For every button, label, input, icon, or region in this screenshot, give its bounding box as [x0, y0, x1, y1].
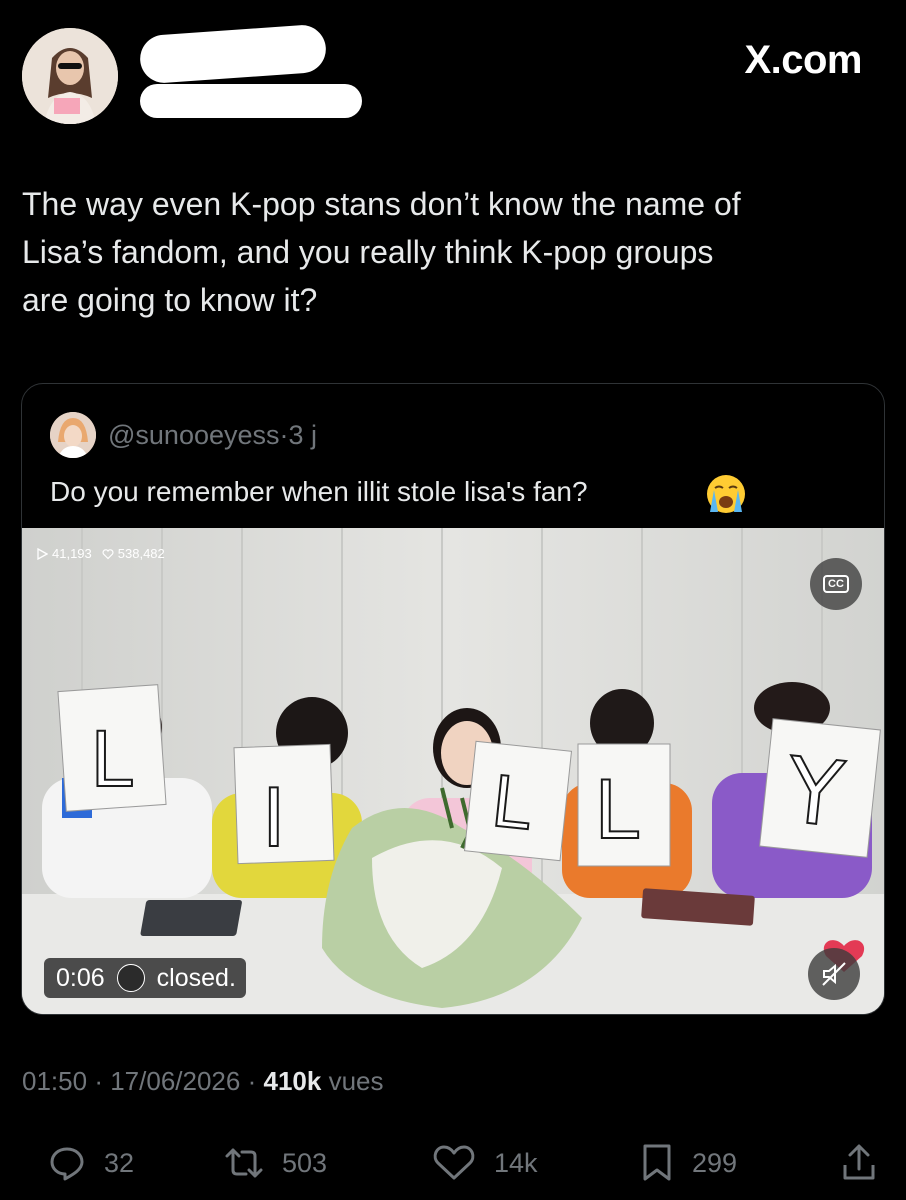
meta-separator: ·	[247, 1066, 257, 1096]
captions-icon: CC	[823, 575, 849, 593]
reply-icon	[50, 1147, 84, 1181]
meta-separator: ·	[279, 420, 289, 450]
brand-watermark: X.com	[744, 38, 862, 82]
video-player[interactable]: L I L L Y 41,193 538,482 CC 0:06 closed.	[22, 528, 884, 1014]
tweet-page: X.com The way even K-pop stans don’t kno…	[0, 0, 906, 1200]
redacted-display-name	[138, 23, 328, 85]
reply-button[interactable]: 32	[48, 1138, 134, 1188]
sign-letter: L	[90, 715, 132, 804]
like-count: 538,482	[102, 546, 165, 561]
action-bar: 32 503 14k 299	[0, 1138, 906, 1188]
repost-count: 503	[282, 1147, 328, 1178]
heart-icon	[102, 548, 114, 559]
quoted-handle[interactable]: @sunooeyess	[108, 420, 280, 450]
play-count-value: 41,193	[52, 546, 92, 561]
like-button[interactable]: 14k	[432, 1138, 538, 1188]
share-button[interactable]	[842, 1138, 876, 1188]
video-timestamp: 0:06	[56, 963, 105, 992]
video-frame: L I L L Y	[22, 528, 884, 1014]
quoted-meta: @sunooeyess·3 j	[108, 420, 317, 451]
bookmark-button[interactable]: 299	[640, 1138, 737, 1188]
quoted-text: Do you remember when illit stole lisa's …	[50, 476, 588, 507]
meta-separator: ·	[94, 1066, 103, 1096]
author-avatar[interactable]	[22, 28, 118, 124]
heart-icon	[433, 1145, 475, 1180]
mute-button[interactable]	[808, 948, 860, 1000]
loudly-crying-face-icon	[707, 475, 745, 513]
play-count: 41,193	[36, 546, 92, 561]
video-time-pill: 0:06 closed.	[44, 958, 246, 998]
speaker-muted-icon	[822, 962, 846, 986]
tweet-time: 01:50	[22, 1066, 88, 1096]
video-stats: 41,193 538,482	[36, 546, 165, 561]
sign-letter: I	[262, 772, 286, 865]
redacted-username	[140, 84, 362, 118]
captions-button[interactable]: CC	[810, 558, 862, 610]
tweet-date: 17/06/2026	[110, 1066, 241, 1096]
quoted-tweet-card[interactable]: @sunooeyess·3 j Do you remember when ill…	[21, 383, 885, 1015]
sign-letter: L	[594, 764, 639, 857]
bookmark-icon	[643, 1144, 671, 1181]
reply-count: 32	[104, 1147, 135, 1178]
play-icon	[37, 547, 48, 560]
quoted-age: 3 j	[288, 420, 318, 450]
like-count: 14k	[494, 1147, 538, 1178]
repost-icon	[225, 1148, 263, 1178]
share-icon	[843, 1144, 875, 1180]
view-label: vues	[328, 1066, 384, 1096]
repost-button[interactable]: 503	[224, 1138, 327, 1188]
tweet-text: The way even K-pop stans don’t know the …	[22, 186, 741, 318]
tweet-meta: 01:50 · 17/06/2026 · 410k vues	[22, 1066, 384, 1097]
bookmark-count: 299	[692, 1147, 738, 1178]
audio-source-avatar	[116, 964, 145, 992]
video-audio-caption: closed.	[156, 963, 236, 992]
quoted-author-avatar[interactable]	[50, 412, 96, 458]
view-count: 410k	[263, 1066, 322, 1096]
like-count-value: 538,482	[117, 546, 165, 561]
